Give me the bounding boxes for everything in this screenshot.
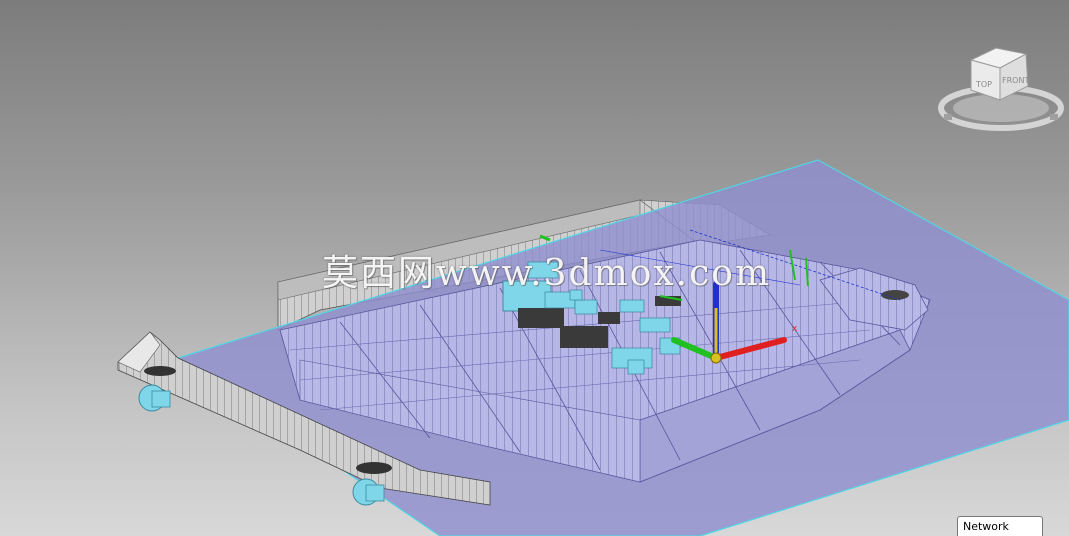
viewcube-left-face-label[interactable]: TOP <box>976 80 992 89</box>
network-tab[interactable]: Network <box>957 516 1043 536</box>
viewcube[interactable]: TOP FRONT <box>938 42 1068 134</box>
watermark-text: 莫西网www.3dmox.com <box>322 253 772 294</box>
3d-viewport[interactable]: x 莫西网www.3dmox.com TOP FRONT Network <box>0 0 1069 536</box>
x-axis-label: x <box>792 324 798 334</box>
viewcube-icon[interactable] <box>938 42 1068 134</box>
viewcube-front-face-label[interactable]: FRONT <box>1002 76 1029 85</box>
